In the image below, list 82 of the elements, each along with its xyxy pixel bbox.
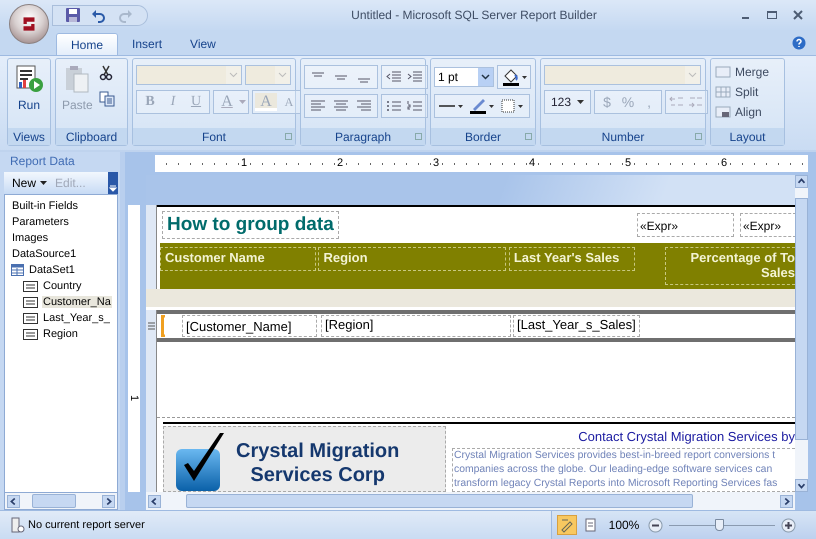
group-label: Paragraph xyxy=(334,130,392,144)
tree-item[interactable]: DataSource1 xyxy=(11,248,78,260)
help-icon[interactable] xyxy=(792,36,806,50)
tree-item[interactable]: Country xyxy=(42,280,83,292)
report-title: How to group data xyxy=(162,211,339,239)
caret-icon xyxy=(40,181,48,185)
expression-box: «Expr» xyxy=(637,213,734,237)
copy-icon[interactable] xyxy=(98,91,115,107)
contact-text: Contact Crystal Migration Services by xyxy=(577,428,795,446)
row-handle-icon[interactable] xyxy=(148,322,154,330)
fill-bucket-icon[interactable] xyxy=(500,67,528,87)
field-icon xyxy=(23,328,38,340)
group-label: Number xyxy=(602,130,644,144)
horizontal-scrollbar[interactable] xyxy=(4,492,118,510)
number-format-field[interactable] xyxy=(544,65,701,85)
detail-cell: [Last_Year_s_Sales] xyxy=(513,315,640,337)
font-field[interactable] xyxy=(136,65,242,85)
ribbon-tab[interactable]: View xyxy=(176,33,230,55)
column-header: Region xyxy=(318,247,506,271)
dropdown-icon[interactable] xyxy=(481,74,490,80)
toolbar-button[interactable]: New xyxy=(8,176,52,190)
detail-cell: [Customer_Name] xyxy=(182,315,317,337)
logo-text: Crystal Migration Services Corp xyxy=(236,439,400,488)
selection-bracket-icon xyxy=(161,315,166,337)
layout-button[interactable]: Split xyxy=(715,84,780,100)
tree-item[interactable]: Last_Year_s_ xyxy=(42,312,111,324)
design-view-icon[interactable] xyxy=(558,516,576,534)
window-title: Untitled - Microsoft SQL Server Report Builder xyxy=(350,8,598,22)
ribbon-tab[interactable]: Home xyxy=(56,33,118,55)
tree-item[interactable]: Parameters xyxy=(11,216,70,228)
merge-cells-icon xyxy=(715,64,731,80)
caret-icon xyxy=(577,100,584,104)
split-cells-icon xyxy=(715,84,731,100)
detail-cell: [Region] xyxy=(321,315,511,337)
field-icon xyxy=(23,296,38,308)
clipboard-icon xyxy=(64,64,90,94)
horizontal-scrollbar[interactable] xyxy=(146,492,795,510)
scroll-down-icon[interactable] xyxy=(795,479,808,492)
run-button[interactable]: Run xyxy=(14,62,44,125)
zoom-out-icon[interactable] xyxy=(648,518,663,532)
report-run-icon xyxy=(14,64,44,94)
tree-item[interactable]: Region xyxy=(42,328,79,340)
number-format-button[interactable]: 123 xyxy=(544,90,592,114)
ribbon-tab[interactable]: Insert xyxy=(118,33,176,55)
tree-item[interactable]: Images xyxy=(11,232,50,244)
column-header: Last Year's Sales xyxy=(508,247,636,271)
scroll-right-icon[interactable] xyxy=(102,494,115,508)
scroll-right-icon[interactable] xyxy=(780,494,793,508)
group-label: Layout xyxy=(729,130,766,144)
overflow-icon[interactable] xyxy=(108,172,118,194)
scroll-up-icon[interactable] xyxy=(795,175,808,188)
status-text: No current report server xyxy=(28,519,145,531)
group-label: Border xyxy=(464,130,502,144)
bullet-list-icon[interactable] xyxy=(384,98,404,114)
group-label: Views xyxy=(13,130,45,144)
zoom-level: 100% xyxy=(608,518,640,532)
close-icon[interactable] xyxy=(792,9,804,21)
panel-title: Report Data xyxy=(9,153,76,170)
scroll-left-icon[interactable] xyxy=(148,494,161,508)
tree-item[interactable]: Customer_Na xyxy=(42,296,112,308)
vertical-ruler: 1 xyxy=(128,205,140,492)
scissors-icon[interactable] xyxy=(98,65,113,81)
vertical-scrollbar[interactable] xyxy=(795,175,808,492)
layout-button[interactable]: Merge xyxy=(715,64,780,80)
server-icon xyxy=(10,517,26,533)
align-icon xyxy=(715,104,731,120)
column-header: Customer Name xyxy=(160,247,316,271)
group-label: Font xyxy=(202,130,226,144)
group-label: Clipboard xyxy=(66,130,118,144)
zoom-in-icon[interactable] xyxy=(781,518,796,532)
font-size-field[interactable] xyxy=(245,65,291,85)
tree-item[interactable]: Built-in Fields xyxy=(11,200,80,212)
scroll-left-icon[interactable] xyxy=(7,494,20,508)
layout-button[interactable]: Align xyxy=(715,104,780,120)
save-icon[interactable] xyxy=(65,7,81,23)
horizontal-ruler: 1 2 3 4 5 6 xyxy=(155,155,808,172)
maximize-icon[interactable] xyxy=(766,9,778,21)
table-icon xyxy=(11,264,24,276)
tree-item[interactable]: DataSet1 xyxy=(28,264,76,276)
field-icon xyxy=(23,280,38,292)
field-icon xyxy=(23,312,38,324)
border-width-field[interactable]: 1 pt xyxy=(434,67,494,87)
